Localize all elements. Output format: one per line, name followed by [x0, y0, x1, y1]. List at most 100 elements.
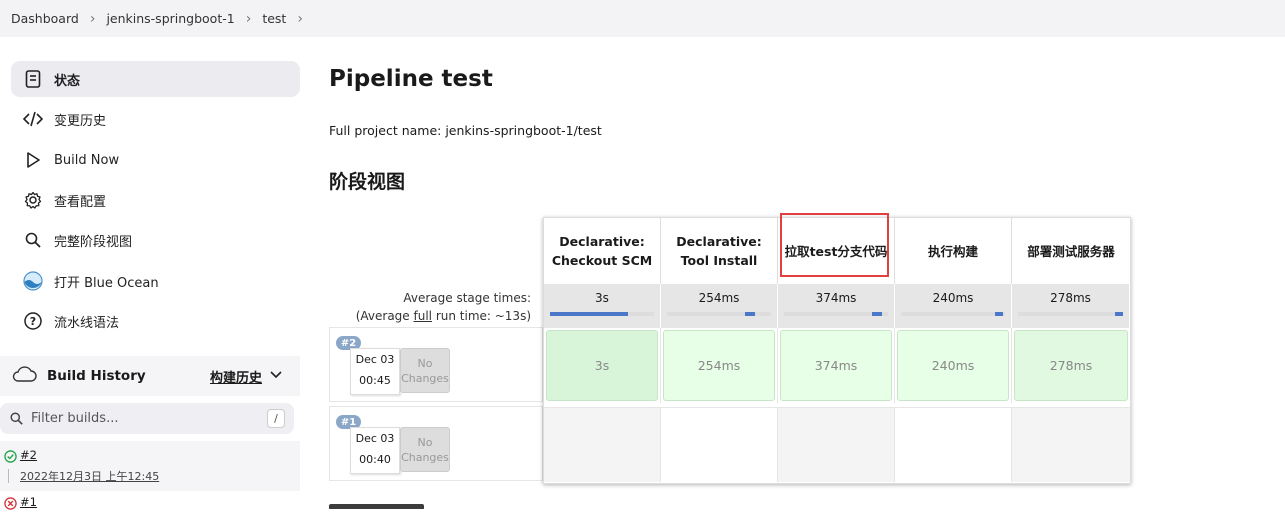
- stage-duration[interactable]: 3s: [546, 330, 658, 401]
- build-number-link[interactable]: #2: [20, 448, 37, 462]
- average-label-line1: Average stage times:: [403, 291, 531, 305]
- stage-duration[interactable]: 240ms: [897, 330, 1009, 401]
- run-date-time: 00:45: [359, 374, 391, 387]
- full-run-link[interactable]: full: [414, 309, 433, 323]
- run-date-day: Dec 03: [355, 432, 395, 445]
- run-row-2[interactable]: #2 Dec 03 00:45 No Changes: [329, 327, 543, 402]
- chevron-right-icon: ›: [89, 10, 96, 27]
- sidebar-item-label: Build Now: [54, 152, 120, 168]
- breadcrumb: Dashboard › jenkins-springboot-1 › test …: [0, 0, 1285, 37]
- stage-cell-empty: [661, 407, 778, 482]
- stage-average: 3s: [544, 284, 661, 328]
- build-row[interactable]: #2 2022年12月3日 上午12:45: [0, 441, 300, 491]
- stage-header: 执行构建: [895, 218, 1012, 284]
- no-changes-badge: No Changes: [400, 427, 450, 472]
- stage-average: 254ms: [661, 284, 778, 328]
- stage-average-bar: [667, 312, 771, 316]
- stage-average-value: 3s: [595, 291, 609, 305]
- failed-icon: [4, 497, 17, 514]
- sidebar: 状态 变更历史 Build Now 查看配置 完整阶段视图 打开 Blue Oc…: [0, 37, 310, 510]
- stage-cell-empty: [1012, 407, 1130, 482]
- sidebar-item-status[interactable]: 状态: [11, 61, 300, 97]
- search-icon: [10, 412, 23, 425]
- help-icon: ?: [23, 311, 43, 331]
- chevron-right-icon: ›: [245, 10, 252, 27]
- breadcrumb-job[interactable]: test: [262, 11, 286, 26]
- stage-average: 240ms: [895, 284, 1012, 328]
- stage-average: 278ms: [1012, 284, 1130, 328]
- breadcrumb-dashboard[interactable]: Dashboard: [11, 11, 79, 26]
- sidebar-item-label: 打开 Blue Ocean: [54, 275, 159, 291]
- sidebar-item-changes[interactable]: 变更历史: [11, 101, 300, 137]
- build-date-link[interactable]: 2022年12月3日 上午12:45: [20, 468, 159, 484]
- sidebar-item-configure[interactable]: 查看配置: [11, 182, 300, 218]
- build-row[interactable]: #1: [0, 493, 300, 510]
- stage-average: 374ms: [778, 284, 895, 328]
- code-icon: [23, 109, 43, 129]
- success-icon: [4, 450, 17, 467]
- chevron-right-icon[interactable]: ›: [297, 11, 303, 27]
- stage-duration[interactable]: 374ms: [780, 330, 892, 401]
- page-title: Pipeline test: [329, 66, 493, 92]
- sidebar-item-blue-ocean[interactable]: 打开 Blue Ocean: [11, 263, 300, 299]
- breadcrumb-folder[interactable]: jenkins-springboot-1: [106, 11, 234, 26]
- average-label-suffix: run time: ~13s): [432, 309, 531, 323]
- stage-cell-success[interactable]: 254ms: [661, 328, 778, 403]
- stage-average-bar: [901, 312, 1005, 316]
- gear-icon: [23, 190, 43, 210]
- run-date: Dec 03 00:40: [350, 427, 400, 474]
- run-row-1[interactable]: #1 Dec 03 00:40 No Changes: [329, 406, 543, 481]
- stage-cell-success[interactable]: 374ms: [778, 328, 895, 403]
- stage-average-fill: [994, 312, 1003, 316]
- filter-builds[interactable]: Filter builds... /: [0, 403, 294, 434]
- stage-average-fill: [1114, 312, 1123, 316]
- sidebar-item-pipeline-syntax[interactable]: ? 流水线语法: [11, 303, 300, 339]
- average-label-line2: (Average full run time: ~13s): [329, 307, 531, 325]
- stage-average-fill: [871, 312, 882, 316]
- stage-header: Declarative: Checkout SCM: [544, 218, 661, 284]
- full-project-name: Full project name: jenkins-springboot-1/…: [329, 123, 602, 138]
- next-section-heading-cutoff: [329, 500, 424, 509]
- filter-builds-input[interactable]: Filter builds...: [31, 411, 118, 426]
- stage-view-title: 阶段视图: [329, 171, 406, 193]
- sidebar-item-build-now[interactable]: Build Now: [11, 142, 300, 178]
- stage-average-value: 240ms: [932, 291, 974, 305]
- sidebar-item-label: 流水线语法: [54, 315, 120, 331]
- stage-cell-empty: [778, 407, 895, 482]
- stage-cell-empty: [895, 407, 1012, 482]
- stage-average-fill: [550, 312, 628, 316]
- build-history-title: Build History: [47, 368, 146, 384]
- sidebar-item-label: 查看配置: [54, 194, 107, 210]
- stage-average-value: 254ms: [698, 291, 740, 305]
- stage-header: Declarative: Tool Install: [661, 218, 778, 284]
- svg-text:?: ?: [30, 315, 36, 328]
- stage-duration[interactable]: 254ms: [663, 330, 775, 401]
- stage-average-value: 374ms: [815, 291, 857, 305]
- stage-header: 部署测试服务器: [1012, 218, 1130, 284]
- document-icon: [23, 69, 43, 89]
- stage-duration[interactable]: 278ms: [1014, 330, 1128, 401]
- build-history-header: Build History 构建历史: [0, 356, 300, 396]
- run-date: Dec 03 00:45: [350, 348, 400, 395]
- highlight-annotation: [780, 213, 889, 277]
- stage-average-bar: [550, 312, 654, 316]
- average-label-prefix: (Average: [355, 309, 414, 323]
- stage-average-bar: [1018, 312, 1123, 316]
- stage-cell-success[interactable]: 240ms: [895, 328, 1012, 403]
- stage-cell-empty: [544, 407, 661, 482]
- stage-average-value: 278ms: [1050, 291, 1091, 305]
- stage-average-bar: [784, 312, 888, 316]
- stage-average-fill: [744, 312, 755, 316]
- no-changes-badge: No Changes: [400, 348, 450, 393]
- chevron-down-icon[interactable]: [270, 368, 282, 383]
- run-date-day: Dec 03: [355, 353, 395, 366]
- sidebar-item-full-stage-view[interactable]: 完整阶段视图: [11, 222, 300, 258]
- sidebar-item-label: 完整阶段视图: [54, 234, 133, 250]
- cloud-icon: [11, 365, 37, 387]
- play-icon: [23, 150, 43, 170]
- stage-cell-success[interactable]: 3s: [544, 328, 661, 403]
- build-history-link[interactable]: 构建历史: [210, 367, 262, 386]
- stage-cell-success[interactable]: 278ms: [1012, 328, 1130, 403]
- build-number-link[interactable]: #1: [20, 495, 37, 509]
- sidebar-item-label: 变更历史: [54, 113, 107, 129]
